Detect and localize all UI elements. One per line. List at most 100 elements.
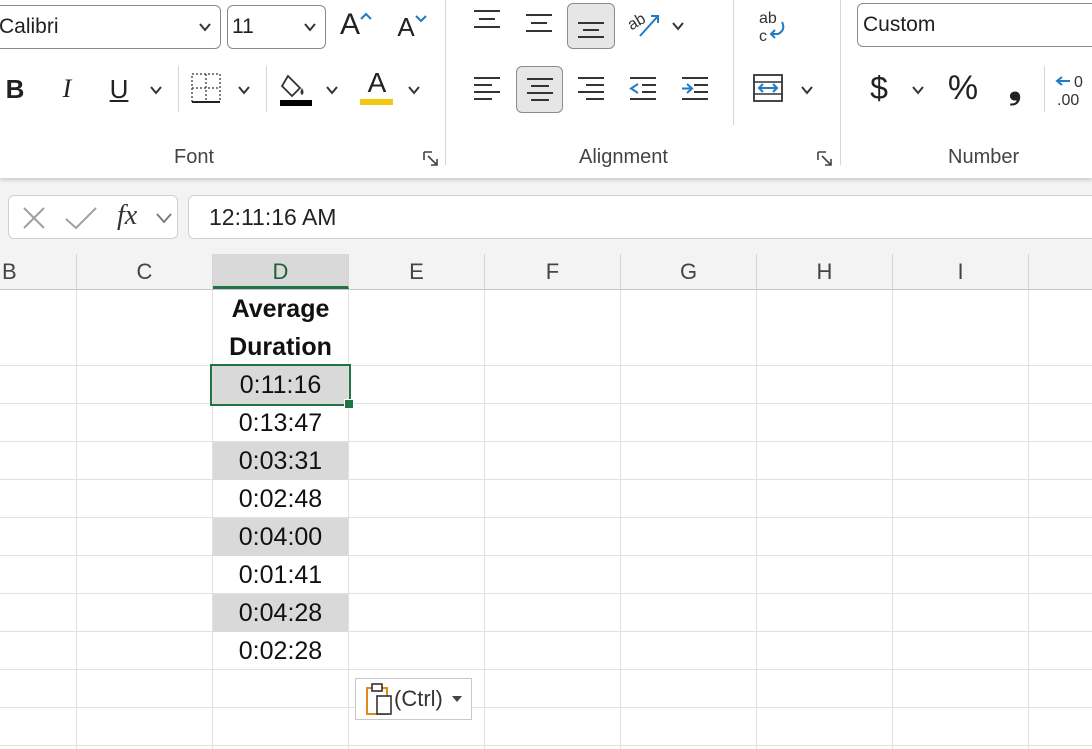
gridline [0, 517, 1092, 518]
clipboard-icon [366, 683, 392, 715]
active-cell-selection [210, 364, 351, 406]
table-cell[interactable]: 0:04:28 [213, 594, 348, 632]
gridline [0, 441, 1092, 442]
cancel-icon[interactable] [21, 205, 47, 231]
bottom-align-button[interactable] [567, 3, 615, 49]
gridline [484, 290, 485, 749]
currency-format-button[interactable]: $ [864, 68, 894, 108]
decrease-font-size-button[interactable]: A [392, 8, 432, 46]
table-cell[interactable]: 0:02:48 [213, 480, 348, 518]
enter-check-icon[interactable] [64, 205, 98, 231]
table-cell[interactable]: 0:03:31 [213, 442, 348, 480]
merge-dropdown-chevron-icon[interactable] [799, 82, 815, 98]
font-name-combobox[interactable]: Calibri [0, 5, 221, 49]
font-color-dropdown-chevron-icon[interactable] [406, 82, 422, 98]
alignment-dialog-launcher-icon[interactable] [816, 150, 834, 168]
fill-color-dropdown-chevron-icon[interactable] [324, 82, 340, 98]
increase-indent-icon[interactable] [680, 74, 710, 104]
group-separator [445, 0, 446, 165]
fill-color-icon[interactable] [278, 70, 314, 108]
bold-button[interactable]: B [0, 70, 30, 108]
column-header-d[interactable]: D [213, 254, 349, 289]
borders-icon[interactable] [190, 72, 222, 104]
chevron-down-icon[interactable] [155, 210, 173, 226]
font-name-value: Calibri [0, 15, 59, 38]
svg-text:.00: .00 [1057, 92, 1079, 108]
number-format-combobox[interactable]: Custom [857, 3, 1092, 47]
align-right-icon[interactable] [576, 74, 606, 104]
gridline [892, 290, 893, 749]
percent-style-button[interactable]: % [942, 68, 984, 108]
gridline [76, 290, 77, 749]
number-group-label: Number [948, 146, 1020, 168]
decrease-indent-icon[interactable] [628, 74, 658, 104]
svg-text:c: c [759, 28, 767, 44]
comma-style-button[interactable]: ❟ [1000, 68, 1030, 108]
chevron-down-icon [304, 23, 316, 32]
currency-dropdown-chevron-icon[interactable] [910, 82, 926, 98]
column-header-row: B C D E F G H I [0, 254, 1092, 290]
table-cell[interactable]: 0:01:41 [213, 556, 348, 594]
alignment-group-label: Alignment [579, 146, 668, 168]
column-header-f[interactable]: F [485, 254, 621, 289]
gridline [0, 631, 1092, 632]
font-group-label: Font [174, 146, 215, 168]
group-separator [840, 0, 841, 165]
column-header-b[interactable]: B [0, 254, 77, 289]
font-dialog-launcher-icon[interactable] [422, 150, 440, 168]
wrap-text-icon: ab c [759, 10, 785, 44]
gridline [0, 593, 1092, 594]
font-color-button[interactable]: A [358, 66, 396, 100]
underline-button[interactable]: U [102, 70, 136, 108]
header-line-2: Duration [229, 333, 332, 361]
column-header-h[interactable]: H [757, 254, 893, 289]
middle-align-icon[interactable] [524, 10, 554, 36]
caret-up-icon [360, 12, 372, 20]
insert-function-button[interactable]: fx [117, 200, 137, 232]
column-header-c[interactable]: C [77, 254, 213, 289]
header-line-1: Average [231, 295, 330, 323]
top-align-icon[interactable] [472, 8, 502, 34]
borders-dropdown-chevron-icon[interactable] [236, 82, 252, 98]
wrap-text-button[interactable]: ab c [752, 6, 792, 46]
center-align-icon [526, 77, 553, 101]
paste-options-button[interactable]: (Ctrl) [355, 678, 472, 720]
bottom-align-icon [578, 22, 604, 38]
table-cell[interactable]: 0:04:00 [213, 518, 348, 556]
increase-decimal-icon[interactable]: 0 .00 [1054, 70, 1092, 108]
header-cell-average-duration[interactable]: Average Duration [213, 290, 348, 366]
worksheet-grid[interactable]: B C D E F G H I Average Duration 0:11:16… [0, 254, 1092, 749]
gridline [1028, 290, 1029, 749]
underline-dropdown-chevron-icon[interactable] [148, 82, 164, 98]
caret-down-icon [451, 696, 462, 702]
column-header-i[interactable]: I [893, 254, 1029, 289]
italic-button[interactable]: I [50, 70, 84, 108]
font-size-value: 11 [232, 15, 254, 38]
table-cell[interactable]: 0:02:28 [213, 632, 348, 670]
gridline [348, 290, 349, 749]
formula-input[interactable]: 12:11:16 AM [188, 195, 1092, 239]
number-format-value: Custom [863, 13, 936, 36]
table-cell[interactable]: 0:13:47 [213, 404, 348, 442]
center-align-button[interactable] [516, 66, 563, 113]
svg-text:0: 0 [1074, 74, 1083, 91]
column-header-e[interactable]: E [349, 254, 485, 289]
orientation-dropdown-chevron-icon[interactable] [670, 18, 686, 34]
increase-font-size-button[interactable]: A [336, 5, 376, 45]
gridline [0, 403, 1092, 404]
merge-center-icon[interactable] [752, 72, 784, 104]
toolbar-divider [266, 66, 267, 112]
gridline [0, 745, 1092, 746]
align-left-icon[interactable] [472, 74, 502, 104]
paste-options-label: (Ctrl) [394, 686, 443, 711]
orientation-icon[interactable]: ab [626, 6, 662, 40]
column-header-g[interactable]: G [621, 254, 757, 289]
font-size-combobox[interactable]: 11 [227, 5, 326, 49]
ribbon: Calibri 11 A A B I U A Font ab Alignment… [0, 0, 1092, 178]
formula-tools: fx [8, 195, 178, 239]
toolbar-divider [178, 66, 179, 112]
gridline [0, 669, 1092, 670]
gridline [620, 290, 621, 749]
formula-value: 12:11:16 AM [209, 203, 337, 230]
fill-handle[interactable] [344, 399, 354, 409]
